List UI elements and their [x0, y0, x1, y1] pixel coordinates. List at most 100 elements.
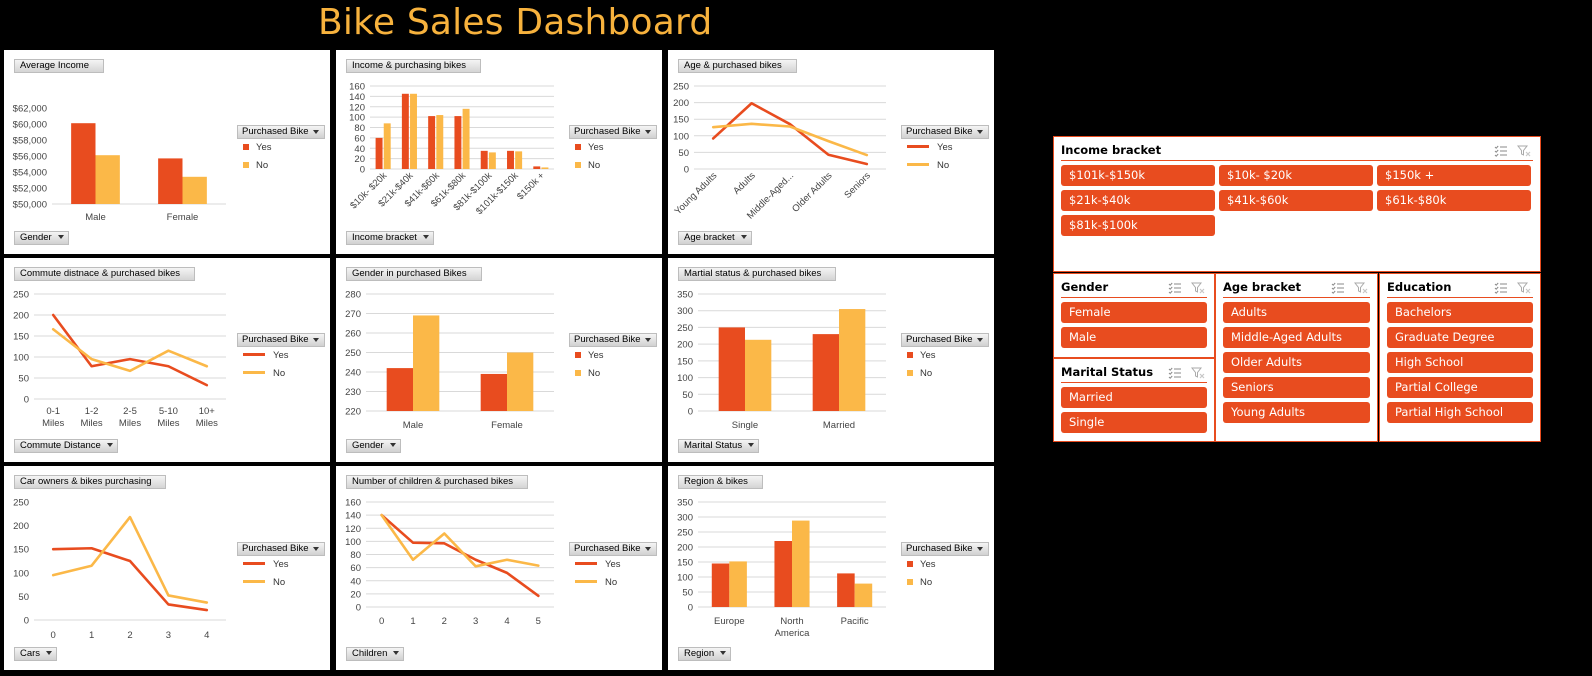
- slicer-title: Marital Status: [1061, 365, 1154, 379]
- slicer-item[interactable]: $41k-$60k: [1219, 190, 1373, 211]
- multi-select-icon[interactable]: [1168, 366, 1182, 379]
- legend-swatch: [575, 562, 597, 565]
- chevron-down-icon: [645, 547, 651, 551]
- legend-filter-button[interactable]: Purchased Bike: [569, 333, 657, 347]
- y-tick-label: 100: [345, 537, 361, 548]
- bar-no-0: [383, 123, 391, 169]
- slicer-title: Gender: [1061, 280, 1109, 294]
- legend-label: Yes: [937, 142, 953, 153]
- y-tick-label: 20: [354, 154, 365, 165]
- x-tick-label: Single: [732, 420, 758, 431]
- slicer-item[interactable]: Bachelors: [1387, 302, 1533, 323]
- legend-filter-button[interactable]: Purchased Bike: [237, 125, 325, 139]
- chart-commute: 0 50 100 150 200 250 0-1 Miles 1-2 Miles 2-5 Miles 5…: [4, 258, 330, 462]
- legend-filter-button[interactable]: Purchased Bike: [901, 125, 989, 139]
- axis-field-button[interactable]: Age bracket: [678, 231, 752, 245]
- slicer-item[interactable]: Middle-Aged Adults: [1223, 327, 1370, 348]
- x-tick-label: Male: [85, 212, 106, 223]
- axis-field-button[interactable]: Region: [678, 647, 732, 661]
- x-tick-label: Seniors: [842, 170, 873, 201]
- slicer-item[interactable]: Adults: [1223, 302, 1370, 323]
- legend-header-label: Purchased Bike: [242, 126, 309, 137]
- axis-field-button[interactable]: Gender: [14, 231, 69, 245]
- x-tick-label: 5: [536, 616, 541, 627]
- legend-swatch: [243, 371, 265, 374]
- slicer-item[interactable]: Young Adults: [1223, 402, 1370, 423]
- legend-filter-button[interactable]: Purchased Bike: [901, 542, 989, 556]
- slicer-item[interactable]: $21k-$40k: [1061, 190, 1215, 211]
- bar-yes-0: [711, 563, 730, 607]
- legend-swatch: [243, 580, 265, 583]
- y-tick-label: $54,000: [13, 168, 47, 179]
- slicer-item[interactable]: Graduate Degree: [1387, 327, 1533, 348]
- slicer-item[interactable]: Married: [1061, 387, 1207, 408]
- bar-yes-0: [71, 123, 96, 204]
- clear-filter-icon[interactable]: [1353, 281, 1368, 294]
- axis-field-button[interactable]: Marital Status: [678, 439, 760, 453]
- y-tick-label: 200: [673, 98, 689, 109]
- legend-filter-button[interactable]: Purchased Bike: [569, 125, 657, 139]
- slicer-item[interactable]: Female: [1061, 302, 1207, 323]
- slicer-item[interactable]: $61k-$80k: [1377, 190, 1531, 211]
- legend-filter-button[interactable]: Purchased Bike: [237, 542, 325, 556]
- y-tick-label: 280: [345, 290, 361, 301]
- y-tick-label: 160: [345, 498, 361, 509]
- clear-filter-icon[interactable]: [1190, 366, 1205, 379]
- axis-field-button[interactable]: Cars: [14, 647, 58, 661]
- slicer-item[interactable]: Seniors: [1223, 377, 1370, 398]
- legend-filter-button[interactable]: Purchased Bike: [237, 333, 325, 347]
- chevron-down-icon: [313, 338, 319, 342]
- x-tick-label: 5-10 Miles: [157, 406, 179, 429]
- clear-filter-icon[interactable]: [1190, 281, 1205, 294]
- y-tick-label: 350: [677, 498, 693, 509]
- legend-item-yes: Yes: [901, 556, 989, 574]
- legend-swatch: [907, 370, 913, 376]
- slicer-item[interactable]: Partial College: [1387, 377, 1533, 398]
- bar-no-6: [541, 167, 549, 169]
- y-tick-label: 0: [360, 165, 365, 176]
- y-tick-label: 80: [354, 123, 365, 134]
- y-tick-label: 80: [350, 550, 361, 561]
- chart-title-tag: Average Income: [14, 59, 105, 73]
- y-tick-label: 100: [13, 568, 29, 579]
- slicer-item[interactable]: $150k +: [1377, 165, 1531, 186]
- slicer-item[interactable]: $101k-$150k: [1061, 165, 1215, 186]
- x-tick-label: Female: [167, 212, 199, 223]
- legend-label: No: [588, 160, 601, 171]
- axis-field-button[interactable]: Income bracket: [346, 231, 434, 245]
- legend-filter-button[interactable]: Purchased Bike: [569, 542, 657, 556]
- clear-filter-icon[interactable]: [1516, 281, 1531, 294]
- multi-select-icon[interactable]: [1331, 281, 1345, 294]
- x-tick-label: $150k +: [515, 170, 547, 202]
- slicer-item[interactable]: Partial High School: [1387, 402, 1533, 423]
- x-tick-label: 0: [51, 630, 56, 641]
- multi-select-icon[interactable]: [1168, 281, 1182, 294]
- y-tick-label: 120: [349, 102, 365, 113]
- chevron-down-icon: [313, 130, 319, 134]
- chart-legend: Purchased Bike Yes No: [237, 333, 325, 383]
- slicer-item[interactable]: Single: [1061, 412, 1207, 433]
- slicer-item[interactable]: $10k- $20k: [1219, 165, 1373, 186]
- axis-field-button[interactable]: Gender: [346, 439, 401, 453]
- slicer-marital-status: Marital Status Married Single: [1053, 358, 1215, 442]
- y-tick-label: 150: [13, 332, 29, 343]
- y-tick-label: $60,000: [13, 120, 47, 131]
- slicer-item[interactable]: Male: [1061, 327, 1207, 348]
- bar-no-4: [488, 152, 496, 169]
- bar-no-1: [792, 520, 810, 607]
- clear-filter-icon[interactable]: [1516, 144, 1531, 157]
- legend-filter-button[interactable]: Purchased Bike: [901, 333, 989, 347]
- x-tick-label: North America: [775, 616, 811, 639]
- y-tick-label: $56,000: [13, 152, 47, 163]
- slicer-header: Education: [1387, 278, 1533, 298]
- slicer-item[interactable]: Older Adults: [1223, 352, 1370, 373]
- multi-select-icon[interactable]: [1494, 144, 1508, 157]
- slicer-item[interactable]: High School: [1387, 352, 1533, 373]
- multi-select-icon[interactable]: [1494, 281, 1508, 294]
- slicer-item[interactable]: $81k-$100k: [1061, 215, 1215, 236]
- axis-field-button[interactable]: Children: [346, 647, 405, 661]
- legend-label: No: [937, 160, 950, 171]
- axis-field-button[interactable]: Commute Distance: [14, 439, 118, 453]
- legend-label: Yes: [256, 142, 272, 153]
- slicer-income-bracket: Income bracket $101k-$150k $10k- $20k $150k…: [1053, 136, 1541, 272]
